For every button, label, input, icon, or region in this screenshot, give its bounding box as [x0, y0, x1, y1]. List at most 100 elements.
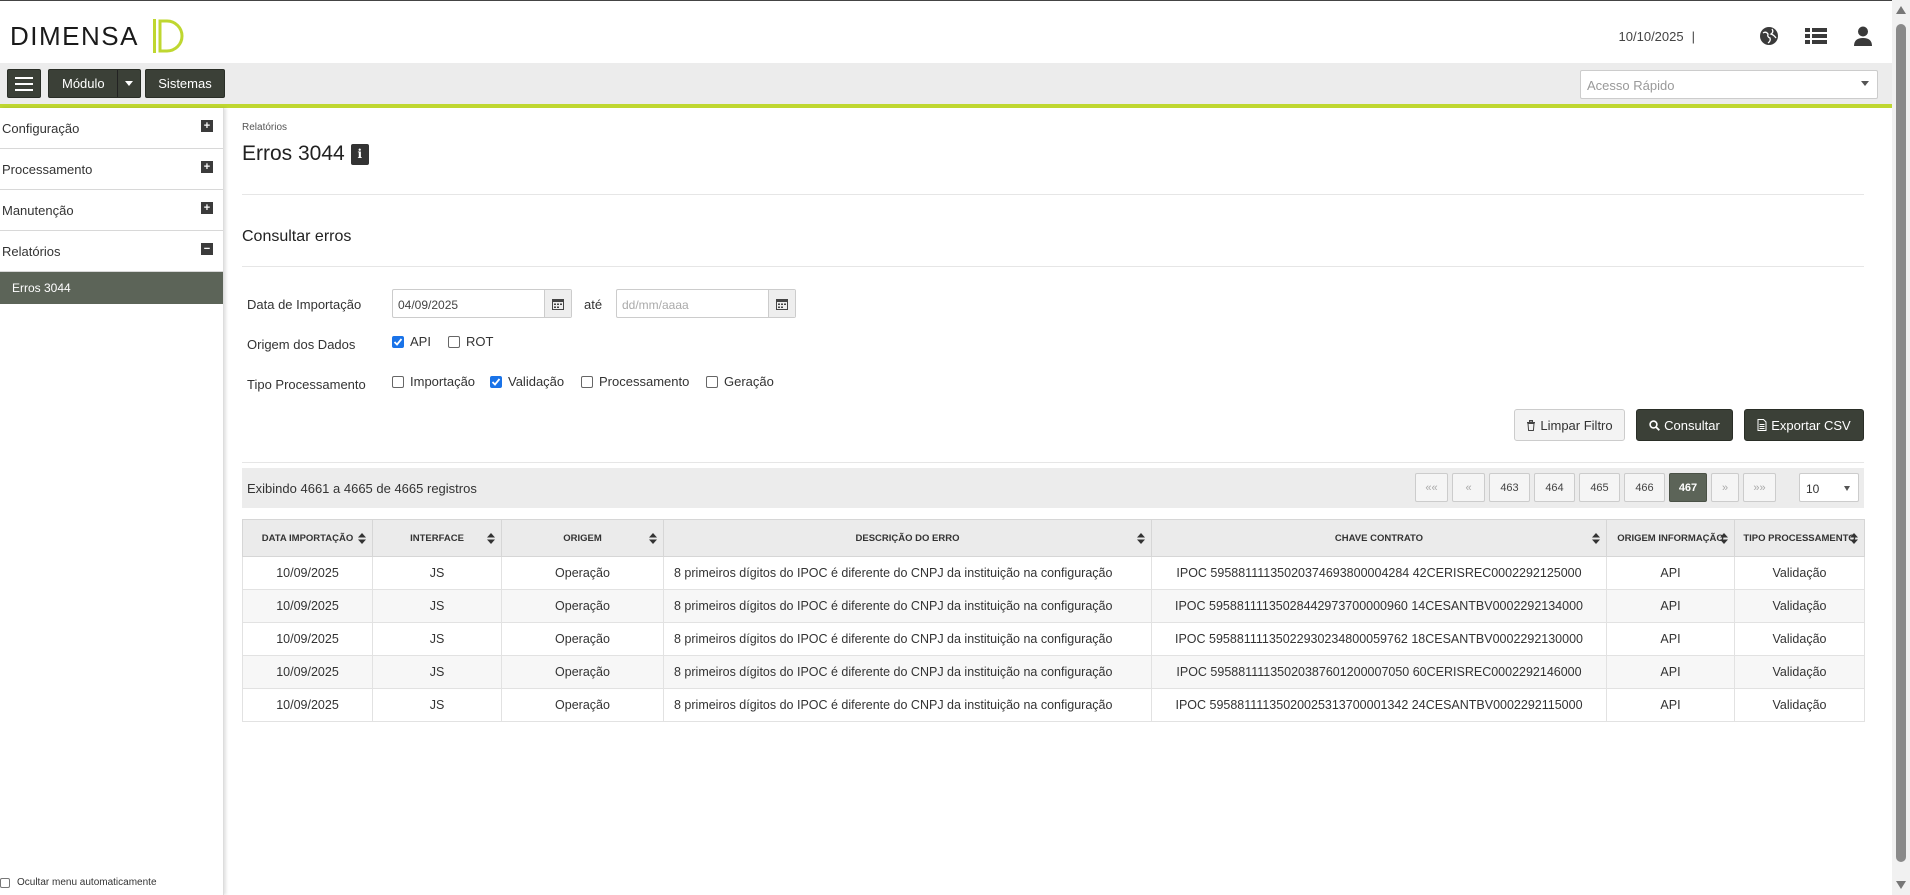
- checkbox-checked[interactable]: [490, 375, 502, 388]
- expand-icon[interactable]: +: [201, 202, 213, 214]
- date-to-placeholder: dd/mm/aaaa: [622, 298, 689, 312]
- checkbox-unchecked[interactable]: [706, 375, 718, 388]
- table-cell: 8 primeiros dígitos do IPOC é diferente …: [663, 688, 1152, 722]
- checkbox-unchecked[interactable]: [448, 335, 460, 348]
- list-icon[interactable]: [1805, 25, 1827, 47]
- records-info: Exibindo 4661 a 4665 de 4665 registros: [247, 481, 477, 496]
- column-header[interactable]: ORIGEM INFORMAÇÃO: [1606, 519, 1735, 557]
- checkbox-label: Importação: [410, 374, 476, 389]
- dimensa-logo[interactable]: DIMENSA: [10, 17, 185, 55]
- tipo-geracao-checkbox[interactable]: Geração: [706, 374, 774, 389]
- pager-page-button[interactable]: 465: [1579, 473, 1620, 502]
- tipo-processamento-checkbox[interactable]: Processamento: [581, 374, 689, 389]
- exportar-csv-button[interactable]: Exportar CSV: [1744, 409, 1864, 441]
- quick-access-select[interactable]: Acesso Rápido: [1580, 70, 1878, 99]
- table-cell: IPOC 59588111135020374693800004284 42CER…: [1151, 556, 1607, 590]
- table-row[interactable]: 10/09/2025 JS Operação 8 primeiros dígitos …: [242, 556, 1865, 590]
- pager-page-button[interactable]: 466: [1624, 473, 1665, 502]
- column-header[interactable]: INTERFACE: [372, 519, 502, 557]
- scroll-up-arrow-icon[interactable]: [1896, 6, 1906, 14]
- modulo-button[interactable]: Módulo: [48, 69, 141, 98]
- tipo-processamento-label: Tipo Processamento: [247, 377, 366, 392]
- header-right: 10/10/2025 |: [1619, 25, 1874, 47]
- pager-active-page[interactable]: 467: [1669, 473, 1707, 502]
- table-cell: Validação: [1734, 556, 1865, 590]
- page-size-select[interactable]: 10: [1799, 473, 1859, 502]
- origem-rot-checkbox[interactable]: ROT: [448, 334, 493, 349]
- collapse-icon[interactable]: −: [201, 243, 213, 255]
- column-header[interactable]: DESCRIÇÃO DO ERRO: [663, 519, 1152, 557]
- calendar-icon[interactable]: [768, 290, 795, 317]
- hamburger-menu-button[interactable]: [7, 69, 41, 98]
- checkbox-checked[interactable]: [392, 335, 404, 348]
- sidebar-subitem-erros-3044[interactable]: Erros 3044: [0, 272, 223, 304]
- table-cell: Validação: [1734, 622, 1865, 656]
- scroll-down-arrow-icon[interactable]: [1896, 881, 1906, 889]
- page-title: Erros 3044 i: [242, 142, 369, 166]
- vertical-scrollbar[interactable]: [1892, 0, 1910, 895]
- table-row[interactable]: 10/09/2025 JS Operação 8 primeiros dígitos …: [242, 622, 1865, 656]
- results-info-bar: Exibindo 4661 a 4665 de 4665 registros «…: [242, 468, 1864, 508]
- scrollbar-thumb[interactable]: [1896, 24, 1906, 862]
- limpar-filtro-button[interactable]: Limpar Filtro: [1514, 409, 1625, 441]
- pager-last-button[interactable]: »»: [1743, 473, 1776, 502]
- pager-first-button[interactable]: ««: [1415, 473, 1448, 502]
- table-cell: 10/09/2025: [242, 589, 373, 623]
- sort-icon[interactable]: [1850, 533, 1858, 544]
- auto-hide-checkbox[interactable]: [0, 877, 10, 888]
- origem-api-checkbox[interactable]: API: [392, 334, 431, 349]
- tipo-validacao-checkbox[interactable]: Validação: [490, 374, 564, 389]
- table-cell: API: [1606, 556, 1735, 590]
- auto-hide-menu-option[interactable]: Ocultar menu automaticamente: [0, 877, 157, 888]
- user-icon[interactable]: [1852, 25, 1874, 47]
- column-header[interactable]: ORIGEM: [501, 519, 664, 557]
- table-cell: Validação: [1734, 688, 1865, 722]
- sidebar-item-manutencao[interactable]: Manutenção +: [0, 190, 223, 231]
- table-cell: JS: [372, 589, 502, 623]
- sort-icon[interactable]: [1137, 533, 1145, 544]
- quick-access-placeholder: Acesso Rápido: [1587, 78, 1675, 93]
- caret-down-icon: [125, 81, 133, 86]
- sidebar-item-configuracao[interactable]: Configuração +: [0, 108, 223, 149]
- tipo-importacao-checkbox[interactable]: Importação: [392, 374, 475, 389]
- date-to-field[interactable]: dd/mm/aaaa: [616, 289, 796, 318]
- table-cell: 8 primeiros dígitos do IPOC é diferente …: [663, 589, 1152, 623]
- table-row[interactable]: 10/09/2025 JS Operação 8 primeiros dígitos …: [242, 589, 1865, 623]
- table-cell: API: [1606, 688, 1735, 722]
- sort-icon[interactable]: [1592, 533, 1600, 544]
- checkbox-label: Processamento: [599, 374, 690, 389]
- dropdown-arrow-icon: [1861, 81, 1869, 86]
- expand-icon[interactable]: +: [201, 161, 213, 173]
- sistemas-button[interactable]: Sistemas: [145, 69, 225, 98]
- table-row[interactable]: 10/09/2025 JS Operação 8 primeiros dígitos …: [242, 688, 1865, 722]
- pager-prev-button[interactable]: «: [1452, 473, 1485, 502]
- pager-page-button[interactable]: 464: [1534, 473, 1575, 502]
- globe-icon[interactable]: [1758, 25, 1780, 47]
- column-header[interactable]: DATA IMPORTAÇÃO: [242, 519, 373, 557]
- table-cell: API: [1606, 655, 1735, 689]
- checkbox-unchecked[interactable]: [392, 375, 404, 388]
- expand-icon[interactable]: +: [201, 120, 213, 132]
- checkbox-unchecked[interactable]: [581, 375, 593, 388]
- column-header-label: TIPO PROCESSAMENTO: [1743, 532, 1856, 544]
- info-icon[interactable]: i: [350, 143, 369, 165]
- column-header[interactable]: CHAVE CONTRATO: [1151, 519, 1607, 557]
- table-row[interactable]: 10/09/2025 JS Operação 8 primeiros dígitos …: [242, 655, 1865, 689]
- sort-icon[interactable]: [649, 533, 657, 544]
- pager-next-button[interactable]: »: [1711, 473, 1739, 502]
- hamburger-icon: [15, 76, 33, 91]
- sort-icon[interactable]: [1720, 533, 1728, 544]
- sort-icon[interactable]: [358, 533, 366, 544]
- modulo-dropdown-toggle[interactable]: [117, 70, 140, 97]
- table-cell: Operação: [501, 622, 664, 656]
- file-icon: [1757, 419, 1767, 431]
- sort-icon[interactable]: [487, 533, 495, 544]
- pager-page-button[interactable]: 463: [1489, 473, 1530, 502]
- date-from-field[interactable]: 04/09/2025: [392, 289, 572, 318]
- sidebar-item-relatorios[interactable]: Relatórios −: [0, 231, 223, 272]
- breadcrumb[interactable]: Relatórios: [242, 122, 287, 133]
- column-header[interactable]: TIPO PROCESSAMENTO: [1734, 519, 1865, 557]
- calendar-icon[interactable]: [544, 290, 571, 317]
- consultar-button[interactable]: Consultar: [1636, 409, 1733, 441]
- sidebar-item-processamento[interactable]: Processamento +: [0, 149, 223, 190]
